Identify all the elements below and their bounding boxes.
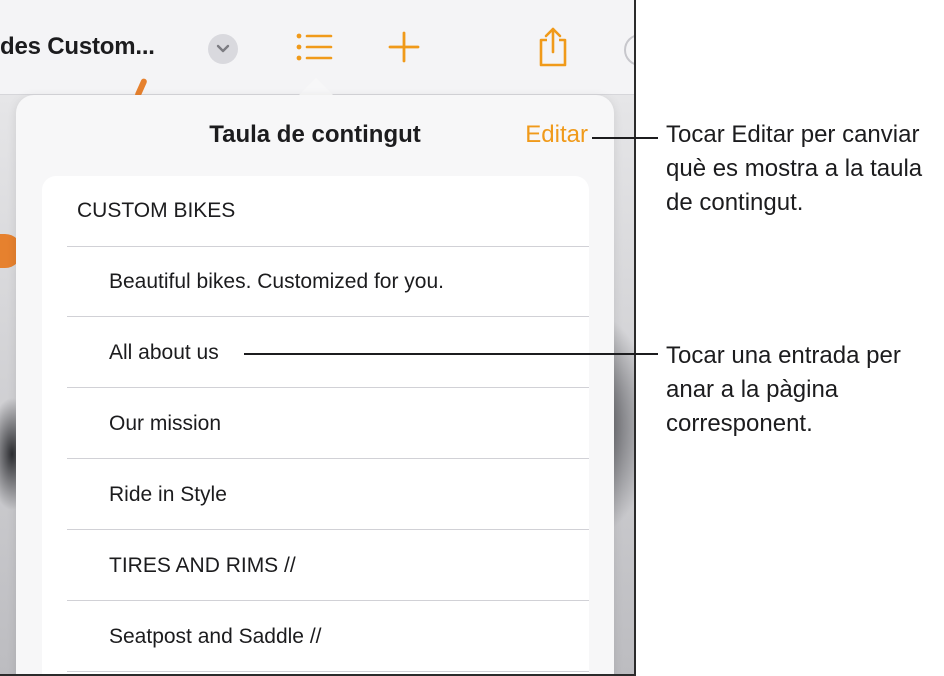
share-button[interactable] [536, 26, 570, 68]
callout-line-entry [244, 353, 658, 355]
toc-entry-custom-bikes[interactable]: CUSTOM BIKES [67, 176, 589, 247]
toc-entry-beautiful-bikes[interactable]: Beautiful bikes. Customized for you. [67, 246, 589, 317]
toc-entry-seatpost-and-saddle[interactable]: Seatpost and Saddle // [67, 601, 589, 672]
popover-arrow [298, 78, 334, 96]
table-of-contents-popover: Taula de contingut Editar CUSTOM BIKES B… [16, 95, 614, 674]
share-icon [536, 26, 570, 68]
callout-edit: Tocar Editar per canviar què es mostra a… [666, 121, 923, 216]
ipad-screen: des Custom... Taula de contingut Editar … [0, 0, 636, 676]
more-icon[interactable] [624, 34, 634, 66]
toc-entry-tires-and-rims[interactable]: TIRES AND RIMS // [67, 530, 589, 601]
toc-entry-our-mission[interactable]: Our mission [67, 388, 589, 459]
insert-button[interactable] [387, 30, 421, 64]
title-menu-button[interactable] [208, 34, 238, 64]
callout-entry: Tocar una entrada per anar a la pàgina c… [666, 342, 901, 437]
plus-icon [387, 30, 421, 64]
callout-line-edit [592, 137, 658, 139]
edit-button[interactable]: Editar [525, 121, 588, 149]
list-icon [294, 30, 334, 64]
document-title[interactable]: des Custom... [0, 33, 155, 61]
popover-title: Taula de contingut [209, 121, 421, 148]
toc-entry-ride-in-style[interactable]: Ride in Style [67, 459, 589, 530]
table-of-contents-button[interactable] [294, 30, 334, 64]
toc-list: CUSTOM BIKES Beautiful bikes. Customized… [42, 176, 589, 674]
